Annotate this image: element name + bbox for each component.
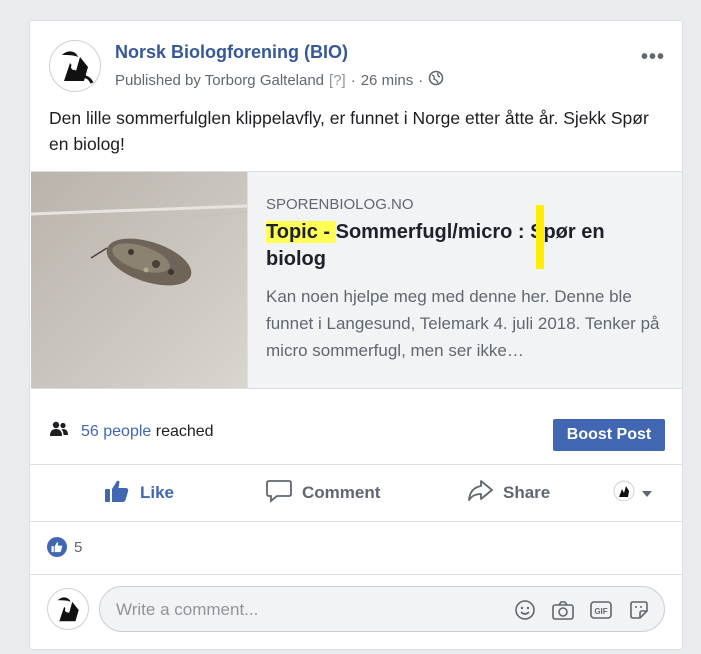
like-label: Like [140, 483, 175, 502]
reach-count[interactable]: 56 people [81, 423, 151, 440]
boost-post-button[interactable]: Boost Post [553, 419, 665, 451]
emoji-icon[interactable] [512, 598, 538, 622]
globe-icon[interactable] [428, 70, 444, 90]
people-icon [49, 421, 69, 442]
link-title[interactable]: Topic - Sommerfugl/micro : Spør en biolo… [266, 205, 664, 273]
comment-label: Comment [302, 483, 381, 502]
selector-avatar [613, 480, 635, 507]
link-domain: SPORENBIOLOG.NO [266, 196, 414, 213]
reach-label: reached [155, 422, 214, 440]
comment-composer: GIF [47, 586, 667, 634]
divider [30, 574, 682, 575]
post-message: Den lille sommerfulglen klippelavfly, er… [49, 108, 649, 154]
composer-icons: GIF [512, 598, 652, 622]
caret-down-icon [641, 483, 653, 503]
action-bar: Like Comment Share [30, 471, 682, 515]
sticker-icon[interactable] [626, 598, 652, 622]
post-as-selector[interactable] [613, 471, 653, 515]
reaction-summary[interactable]: 5 [47, 537, 82, 557]
link-preview[interactable]: SPORENBIOLOG.NO Topic - Sommerfugl/micro… [31, 171, 682, 389]
share-label: Share [503, 483, 551, 502]
more-options-icon[interactable]: ••• [641, 46, 665, 69]
camera-icon[interactable] [550, 598, 576, 622]
comment-input-wrap: GIF [99, 586, 665, 632]
gif-icon[interactable]: GIF [588, 598, 614, 622]
published-by[interactable]: Published by Torborg Galteland [115, 72, 324, 89]
highlight-mark [536, 205, 544, 269]
link-description: Kan noen hjelpe meg med denne her. Denne… [266, 287, 660, 360]
commenter-avatar[interactable] [47, 588, 89, 630]
post-time[interactable]: 26 mins [361, 72, 414, 89]
divider [30, 521, 682, 522]
help-marker[interactable]: [?] [329, 72, 346, 89]
comment-bubble-icon [266, 479, 292, 508]
comment-input[interactable] [114, 597, 498, 623]
reaction-count: 5 [74, 538, 83, 556]
comment-button[interactable]: Comment [266, 471, 380, 515]
link-thumbnail [31, 172, 248, 388]
divider [30, 464, 682, 465]
meta-separator: · [350, 71, 356, 89]
page-avatar[interactable] [49, 40, 101, 92]
like-button[interactable]: Like [104, 471, 174, 515]
link-title-highlight: Topic - [266, 221, 336, 243]
post-card: Norsk Biologforening (BIO) Published by … [29, 20, 683, 650]
like-thumb-icon [104, 479, 130, 508]
post-meta: Published by Torborg Galteland [?] · 26 … [115, 70, 444, 90]
page-name[interactable]: Norsk Biologforening (BIO) [115, 42, 348, 63]
share-button[interactable]: Share [467, 471, 550, 515]
post-header: Norsk Biologforening (BIO) Published by … [49, 40, 665, 98]
meta-separator-2: · [418, 71, 424, 89]
link-text: SPORENBIOLOG.NO Topic - Sommerfugl/micro… [248, 172, 682, 388]
svg-text:GIF: GIF [594, 607, 607, 616]
reach-stats: 56 people reached [49, 421, 214, 442]
share-arrow-icon [467, 479, 493, 508]
like-reaction-icon [47, 537, 67, 557]
